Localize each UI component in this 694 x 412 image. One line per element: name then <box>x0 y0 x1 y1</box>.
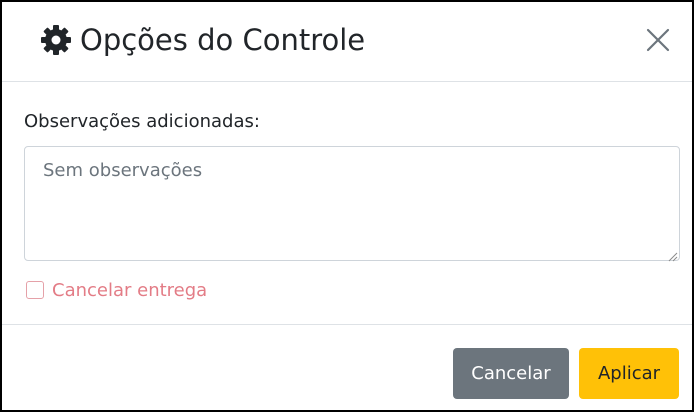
modal-body: Observações adicionadas: Cancelar entreg… <box>2 83 692 324</box>
gear-icon <box>40 24 72 56</box>
modal-dialog: Opções do Controle Observações adicionad… <box>0 0 694 412</box>
cancel-delivery-checkbox[interactable] <box>26 281 44 299</box>
cancel-delivery-row: Cancelar entrega <box>26 278 207 302</box>
apply-button[interactable]: Aplicar <box>579 348 679 399</box>
modal-title: Opções do Controle <box>80 23 366 57</box>
observations-textarea[interactable] <box>24 146 680 261</box>
modal-footer: Cancelar Aplicar <box>2 324 692 410</box>
cancel-delivery-label[interactable]: Cancelar entrega <box>52 280 207 301</box>
cancel-button[interactable]: Cancelar <box>453 348 569 399</box>
observations-label: Observações adicionadas: <box>24 111 260 132</box>
close-button[interactable] <box>643 25 673 55</box>
modal-header: Opções do Controle <box>2 2 692 82</box>
title-wrap: Opções do Controle <box>40 20 365 60</box>
close-icon <box>643 28 673 58</box>
